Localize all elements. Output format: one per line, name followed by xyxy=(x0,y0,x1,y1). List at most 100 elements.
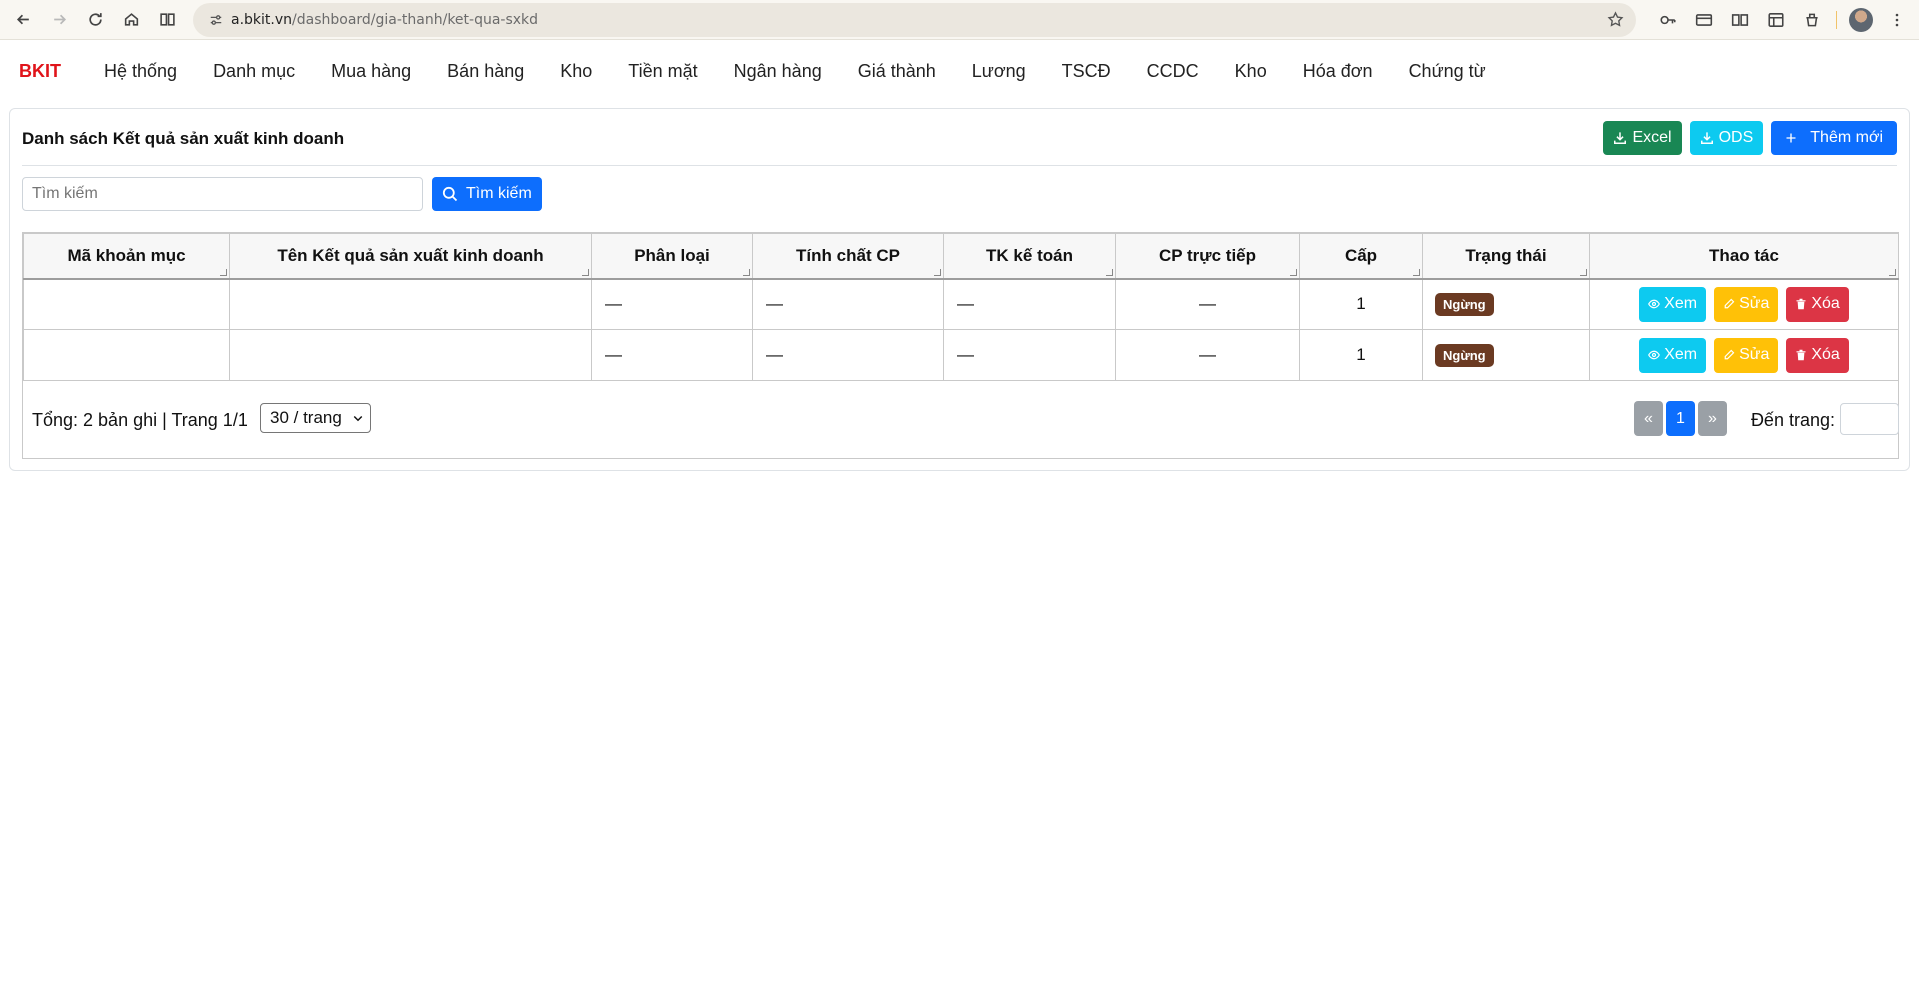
goto-page-label: Đến trang: xyxy=(1750,410,1835,430)
menu-hoa-don[interactable]: Hóa đơn xyxy=(1285,61,1391,82)
edit-label: Sửa xyxy=(1739,295,1770,313)
view-label: Xem xyxy=(1664,346,1698,363)
table-row: — — — — 1 Ngừng Xem Sửa Xóa xyxy=(23,329,1899,381)
menu-gia-thanh[interactable]: Giá thành xyxy=(840,61,954,82)
col-header-type[interactable]: Phân loại xyxy=(591,233,753,280)
edit-button[interactable]: Sửa xyxy=(1714,286,1779,322)
delete-label: Xóa xyxy=(1811,295,1840,313)
pagination: « 1 » xyxy=(1634,401,1727,436)
chevron-down-icon xyxy=(353,415,363,422)
app-top-nav: BKIT Hệ thống Danh mục Mua hàng Bán hàng… xyxy=(0,40,1919,102)
delete-label: Xóa xyxy=(1811,346,1840,363)
password-key-icon[interactable] xyxy=(1650,2,1686,38)
cell-status: Ngừng xyxy=(1422,278,1590,330)
delete-button[interactable]: Xóa xyxy=(1786,286,1849,322)
search-input[interactable] xyxy=(22,177,423,211)
view-button[interactable]: Xem xyxy=(1639,286,1707,322)
add-new-label: Thêm mới xyxy=(1810,129,1883,146)
home-icon[interactable] xyxy=(113,2,149,38)
cell-level: 1 xyxy=(1299,278,1423,330)
col-header-actions[interactable]: Thao tác xyxy=(1589,233,1899,280)
export-ods-button[interactable]: ODS xyxy=(1689,121,1764,155)
address-bar[interactable]: a.bkit.vn/dashboard/gia-thanh/ket-qua-sx… xyxy=(193,3,1636,37)
cell-code xyxy=(23,329,230,381)
col-header-account[interactable]: TK kế toán xyxy=(943,233,1116,280)
bookmark-star-icon[interactable] xyxy=(1607,11,1624,33)
menu-ccdc[interactable]: CCDC xyxy=(1129,61,1217,82)
cell-actions: Xem Sửa Xóa xyxy=(1589,329,1899,381)
cell-status: Ngừng xyxy=(1422,329,1590,381)
cell-type: — xyxy=(591,329,753,381)
back-icon[interactable] xyxy=(5,2,41,38)
menu-mua-hang[interactable]: Mua hàng xyxy=(313,61,429,82)
menu-ban-hang[interactable]: Bán hàng xyxy=(429,61,542,82)
menu-tien-mat[interactable]: Tiền mặt xyxy=(610,61,715,82)
goto-page-input[interactable] xyxy=(1840,403,1899,435)
payment-card-icon[interactable] xyxy=(1686,2,1722,38)
page-1-button[interactable]: 1 xyxy=(1666,401,1695,436)
cell-name xyxy=(229,278,592,330)
trash-icon xyxy=(1796,349,1806,361)
extensions-icon[interactable] xyxy=(1794,2,1830,38)
cell-nature: — xyxy=(752,329,944,381)
forward-icon[interactable] xyxy=(41,2,77,38)
col-header-level[interactable]: Cấp xyxy=(1299,233,1423,280)
cell-account: — xyxy=(943,278,1116,330)
reload-icon[interactable] xyxy=(77,2,113,38)
export-excel-label: Excel xyxy=(1632,129,1672,146)
reading-list-icon[interactable] xyxy=(1722,2,1758,38)
menu-luong[interactable]: Lương xyxy=(954,61,1044,82)
edit-button[interactable]: Sửa xyxy=(1714,337,1779,373)
cell-type: — xyxy=(591,278,753,330)
site-info-icon[interactable] xyxy=(201,13,231,27)
eye-icon xyxy=(1648,299,1661,309)
next-page-button[interactable]: » xyxy=(1698,401,1727,436)
download-icon xyxy=(1614,132,1627,144)
cell-account: — xyxy=(943,329,1116,381)
brand-logo[interactable]: BKIT xyxy=(19,61,61,82)
menu-he-thong[interactable]: Hệ thống xyxy=(86,61,195,82)
url-text: a.bkit.vn/dashboard/gia-thanh/ket-qua-sx… xyxy=(231,12,539,28)
menu-danh-muc[interactable]: Danh mục xyxy=(195,61,313,82)
search-button[interactable]: Tìm kiếm xyxy=(432,177,542,211)
delete-button[interactable]: Xóa xyxy=(1786,337,1849,373)
col-header-code[interactable]: Mã khoản mục xyxy=(23,233,230,280)
tab-search-icon[interactable] xyxy=(1758,2,1794,38)
title-divider xyxy=(22,165,1897,166)
record-summary: Tổng: 2 bản ghi | Trang 1/1 xyxy=(32,410,248,430)
cell-direct-cost: — xyxy=(1115,278,1300,330)
menu-chung-tu[interactable]: Chứng từ xyxy=(1391,61,1504,82)
export-excel-button[interactable]: Excel xyxy=(1603,121,1682,155)
col-header-name[interactable]: Tên Kết quả sản xuất kinh doanh xyxy=(229,233,592,280)
search-icon xyxy=(442,186,458,202)
add-new-button[interactable]: Thêm mới xyxy=(1771,121,1897,155)
table-header-row: Mã khoản mục Tên Kết quả sản xuất kinh d… xyxy=(23,233,1899,280)
cell-name xyxy=(229,329,592,381)
table-row: — — — — 1 Ngừng Xem Sửa Xóa xyxy=(23,278,1899,330)
col-header-status[interactable]: Trạng thái xyxy=(1422,233,1590,280)
page-size-select[interactable]: 30 / trang xyxy=(260,403,371,433)
menu-ngan-hang[interactable]: Ngân hàng xyxy=(716,61,840,82)
cell-nature: — xyxy=(752,278,944,330)
prev-page-button[interactable]: « xyxy=(1634,401,1663,436)
plus-icon xyxy=(1786,133,1796,143)
toolbar-separator xyxy=(1836,11,1837,29)
trash-icon xyxy=(1796,299,1806,310)
cell-code xyxy=(23,278,230,330)
menu-tscd[interactable]: TSCĐ xyxy=(1044,61,1129,82)
profile-avatar[interactable] xyxy=(1843,2,1879,38)
pencil-icon xyxy=(1724,349,1735,360)
reading-mode-icon[interactable] xyxy=(149,2,185,38)
col-header-direct-cost[interactable]: CP trực tiếp xyxy=(1115,233,1300,280)
cell-level: 1 xyxy=(1299,329,1423,381)
results-table: Mã khoản mục Tên Kết quả sản xuất kinh d… xyxy=(22,232,1899,459)
pencil-icon xyxy=(1724,298,1735,309)
status-badge: Ngừng xyxy=(1435,292,1494,316)
menu-kho-2[interactable]: Kho xyxy=(1217,61,1285,82)
menu-kho[interactable]: Kho xyxy=(542,61,610,82)
more-menu-icon[interactable] xyxy=(1879,2,1915,38)
view-button[interactable]: Xem xyxy=(1639,337,1707,373)
view-label: Xem xyxy=(1664,295,1698,313)
page-title: Danh sách Kết quả sản xuất kinh doanh xyxy=(22,129,345,148)
col-header-nature[interactable]: Tính chất CP xyxy=(752,233,944,280)
